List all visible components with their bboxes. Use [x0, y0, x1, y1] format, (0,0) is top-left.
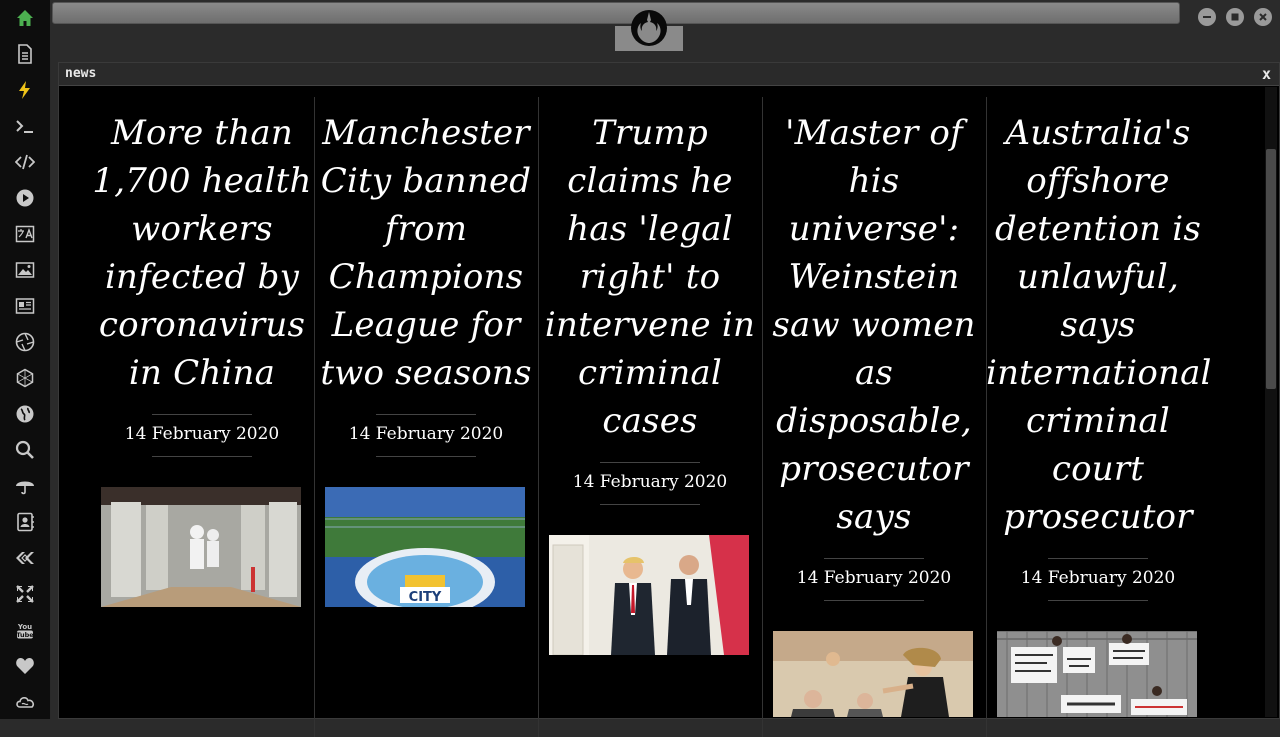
- article-title[interactable]: Trump claims he has 'legal right' to int…: [538, 109, 762, 445]
- expand-icon[interactable]: [13, 582, 37, 606]
- article-image[interactable]: [773, 631, 973, 717]
- divider: [600, 462, 700, 463]
- news-window-title: news: [65, 66, 97, 81]
- top-bar: [50, 0, 1280, 58]
- rebel-alliance-logo[interactable]: [629, 8, 669, 48]
- svg-text:You: You: [17, 623, 32, 631]
- vertical-scrollbar[interactable]: [1265, 87, 1277, 717]
- minimize-button[interactable]: [1198, 8, 1216, 26]
- globe-icon[interactable]: [13, 402, 37, 426]
- divider: [824, 558, 924, 559]
- article-image[interactable]: [101, 487, 301, 607]
- home-icon[interactable]: [13, 6, 37, 30]
- aperture-icon[interactable]: [13, 330, 37, 354]
- news-close-button[interactable]: x: [1262, 65, 1271, 83]
- divider: [824, 600, 924, 601]
- divider: [152, 456, 252, 457]
- divider: [1048, 558, 1148, 559]
- divider: [600, 504, 700, 505]
- close-window-button[interactable]: [1254, 8, 1272, 26]
- divider: [376, 414, 476, 415]
- article-card[interactable]: 'Master of his universe': Weinstein saw …: [762, 97, 987, 737]
- terminal-icon[interactable]: [13, 114, 37, 138]
- document-icon[interactable]: [13, 42, 37, 66]
- divider: [1048, 600, 1148, 601]
- sidebar: You Tube: [0, 0, 51, 719]
- cloud-icon[interactable]: [13, 690, 37, 714]
- lightning-icon[interactable]: [13, 78, 37, 102]
- article-date: 14 February 2020: [348, 424, 504, 444]
- image-icon[interactable]: [13, 258, 37, 282]
- tag-icon[interactable]: [13, 546, 37, 570]
- scroll-thumb[interactable]: [1266, 149, 1276, 389]
- article-title[interactable]: 'Master of his universe': Weinstein saw …: [762, 109, 986, 541]
- search-icon[interactable]: [13, 438, 37, 462]
- article-card[interactable]: Manchester City banned from Champions Le…: [314, 97, 539, 737]
- translate-icon[interactable]: [13, 222, 37, 246]
- article-image[interactable]: CITY: [325, 487, 525, 607]
- umbrella-icon[interactable]: [13, 474, 37, 498]
- news-window: news x More than 1,700 health workers in…: [58, 62, 1280, 737]
- maximize-button[interactable]: [1226, 8, 1244, 26]
- article-date: 14 February 2020: [1020, 568, 1176, 588]
- youtube-icon[interactable]: You Tube: [13, 618, 37, 642]
- article-date: 14 February 2020: [796, 568, 952, 588]
- code-icon[interactable]: [13, 150, 37, 174]
- svg-text:Tube: Tube: [16, 631, 34, 639]
- article-title[interactable]: Manchester City banned from Champions Le…: [314, 109, 538, 397]
- heart-icon[interactable]: [13, 654, 37, 678]
- address-input[interactable]: [52, 2, 1180, 24]
- play-icon[interactable]: [13, 186, 37, 210]
- news-titlebar: news x: [59, 63, 1279, 86]
- article-image[interactable]: [997, 631, 1197, 717]
- article-title[interactable]: More than 1,700 health workers infected …: [90, 109, 314, 397]
- article-date: 14 February 2020: [124, 424, 280, 444]
- article-card[interactable]: Australia's offshore detention is unlawf…: [986, 97, 1211, 737]
- svg-text:CITY: CITY: [409, 590, 442, 605]
- article-date: 14 February 2020: [572, 472, 728, 492]
- hexagon-icon[interactable]: [13, 366, 37, 390]
- article-card[interactable]: More than 1,700 health workers infected …: [90, 97, 315, 737]
- divider: [152, 414, 252, 415]
- contacts-icon[interactable]: [13, 510, 37, 534]
- divider: [376, 456, 476, 457]
- article-title[interactable]: Australia's offshore detention is unlawf…: [986, 109, 1211, 541]
- article-image[interactable]: [549, 535, 749, 655]
- news-icon[interactable]: [13, 294, 37, 318]
- article-card[interactable]: Trump claims he has 'legal right' to int…: [538, 97, 763, 737]
